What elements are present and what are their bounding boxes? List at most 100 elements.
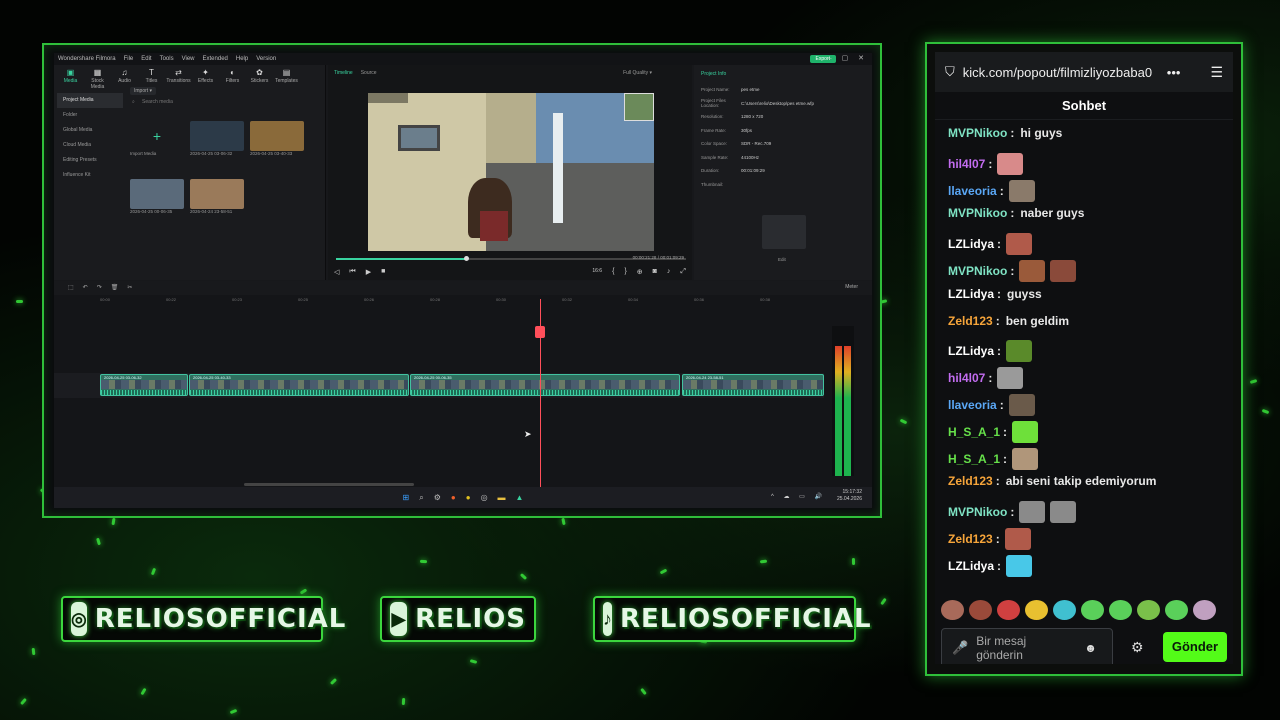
chat-username[interactable]: H_S_A_1 — [948, 452, 1000, 466]
media-item[interactable]: + Import Media — [130, 121, 184, 156]
split-icon[interactable]: ✂ — [127, 284, 132, 292]
media-thumbnail[interactable] — [190, 121, 244, 151]
microphone-icon[interactable]: 🎤 — [952, 640, 968, 656]
step-back-icon[interactable]: ⏮ — [349, 268, 355, 276]
nav-item-editing-presets[interactable]: Editing Presets — [57, 153, 123, 168]
select-icon[interactable]: ⬚ — [68, 284, 74, 292]
folder-icon[interactable]: ▬ — [498, 493, 506, 502]
site-info-icon[interactable]: ⛉ — [945, 64, 955, 80]
chat-username[interactable]: llaveoria — [948, 398, 997, 412]
emote-icon[interactable] — [1025, 600, 1048, 620]
redo-icon[interactable]: ↷ — [97, 284, 102, 292]
media-thumbnail[interactable] — [130, 179, 184, 209]
media-item[interactable]: 2026-04-25 03-40-33 — [250, 121, 304, 156]
emote-icon[interactable] — [1137, 600, 1160, 620]
chat-username[interactable]: hil4l07 — [948, 371, 985, 385]
more-icon[interactable]: ••• — [1167, 65, 1181, 80]
chat-username[interactable]: LZLidya — [948, 237, 994, 251]
emote-icon[interactable] — [1165, 600, 1188, 620]
discord-icon[interactable]: ◎ — [481, 493, 488, 502]
menu-icon[interactable]: ☰ — [1210, 64, 1223, 81]
quality-select[interactable]: Full Quality ▾ — [623, 70, 652, 76]
nav-item-cloud-media[interactable]: Cloud Media — [57, 138, 123, 153]
chat-input[interactable]: 🎤 Bir mesaj gönderin ☻ — [941, 628, 1113, 664]
filmora-icon[interactable]: ▲ — [516, 493, 524, 502]
windows-start-icon[interactable]: ⊞ — [403, 493, 410, 502]
chat-username[interactable]: LZLidya — [948, 287, 994, 301]
chrome-icon[interactable]: ● — [466, 493, 471, 502]
mark-in-icon[interactable]: { — [612, 268, 614, 276]
emote-icon[interactable] — [1109, 600, 1132, 620]
timeline-clip[interactable]: 2026-04-25 03-40-33 — [189, 374, 409, 396]
media-item[interactable]: 2026-04-25 03-06-32 — [190, 121, 244, 156]
undo-icon[interactable]: ↶ — [83, 284, 88, 292]
volume-icon[interactable]: ♪ — [667, 268, 671, 276]
timeline-clip[interactable]: 2026-04-24 23-58-51 — [682, 374, 824, 396]
chat-username[interactable]: H_S_A_1 — [948, 425, 1000, 439]
stop-icon[interactable]: ■ — [381, 268, 385, 276]
menu-item-view[interactable]: View — [182, 56, 195, 62]
menu-item-version[interactable]: Version — [256, 56, 276, 62]
edit-thumbnail-button[interactable]: Edit — [778, 257, 786, 262]
chat-username[interactable]: Zeld123 — [948, 314, 993, 328]
system-clock[interactable]: 15:17:32 25.04.2026 — [837, 489, 862, 503]
emote-icon[interactable] — [941, 600, 964, 620]
chat-username[interactable]: LZLidya — [948, 559, 994, 573]
timeline-scrollbar[interactable] — [244, 483, 414, 486]
media-item[interactable]: 2026-04-24 23-58-51 — [190, 179, 244, 214]
chat-username[interactable]: Zeld123 — [948, 474, 993, 488]
nav-item-folder[interactable]: Folder — [57, 108, 123, 123]
chat-username[interactable]: MVPNikoo — [948, 206, 1007, 220]
timeline-ruler[interactable]: 00:00 00:22 00:23 00:25 00:26 00:28 00:30 00:32… — [100, 296, 820, 306]
tool-filters[interactable]: ◐ Filters — [220, 68, 245, 87]
fullscreen-icon[interactable]: ⤢ — [680, 268, 686, 276]
emote-icon[interactable] — [1193, 600, 1216, 620]
tool-templates[interactable]: ▤ Templates — [274, 68, 299, 87]
playhead-handle[interactable] — [535, 326, 545, 338]
menu-item-help[interactable]: Help — [236, 56, 248, 62]
url-text[interactable]: kick.com/popout/filmizliyozbaba0 — [963, 65, 1159, 80]
chat-username[interactable]: MVPNikoo — [948, 126, 1007, 140]
nav-item-influence-kit[interactable]: Influence Kit — [57, 168, 123, 183]
tool-stock-media[interactable]: ▦ Stock Media — [85, 68, 110, 90]
play-icon[interactable]: ▶ — [366, 268, 371, 276]
speed-label[interactable]: 16:6 — [592, 268, 602, 276]
progress-handle[interactable] — [463, 256, 469, 261]
menu-item-tools[interactable]: Tools — [160, 56, 174, 62]
emote-icon[interactable] — [997, 600, 1020, 620]
emoji-icon[interactable]: ☻ — [1084, 641, 1097, 655]
send-button[interactable]: Gönder — [1163, 632, 1227, 662]
prev-frame-icon[interactable]: ◁ — [334, 268, 339, 276]
menu-item-extended[interactable]: Extended — [203, 56, 228, 62]
import-button[interactable]: Import ▾ — [130, 87, 157, 95]
tool-media[interactable]: ▣ Media — [58, 68, 83, 87]
chat-username[interactable]: llaveoria — [948, 184, 997, 198]
chat-username[interactable]: hil4l07 — [948, 157, 985, 171]
emote-icon[interactable] — [1053, 600, 1076, 620]
thumbnail[interactable] — [762, 215, 806, 249]
import-media-plus-icon[interactable]: + — [130, 121, 184, 151]
tool-effects[interactable]: ✦ Effects — [193, 68, 218, 87]
firefox-icon[interactable]: ● — [451, 493, 456, 502]
tool-audio[interactable]: ♫ Audio — [112, 68, 137, 87]
menu-item-file[interactable]: File — [124, 56, 134, 62]
timeline-clip[interactable]: 2026-04-25 00-06-35 — [410, 374, 680, 396]
settings-icon[interactable]: ⚙ — [434, 493, 441, 502]
search-media-input[interactable]: ⌕ Search media — [130, 99, 310, 108]
snapshot-icon[interactable]: ◙ — [653, 268, 657, 276]
chat-username[interactable]: LZLidya — [948, 344, 994, 358]
tool-titles[interactable]: T Titles — [139, 68, 164, 87]
tool-stickers[interactable]: ✿ Stickers — [247, 68, 272, 87]
tab-source[interactable]: Source — [361, 70, 377, 76]
emote-icon[interactable] — [1081, 600, 1104, 620]
timeline-clip[interactable]: 2026-04-25 03-06-32 — [100, 374, 188, 396]
mark-out-icon[interactable]: } — [624, 268, 626, 276]
chat-username[interactable]: MVPNikoo — [948, 264, 1007, 278]
chat-username[interactable]: Zeld123 — [948, 532, 993, 546]
nav-item-global-media[interactable]: Global Media — [57, 123, 123, 138]
zoom-icon[interactable]: ⊕ — [637, 268, 643, 276]
system-tray[interactable]: ^ ☁ ▭ 🔊 — [771, 493, 826, 500]
media-thumbnail[interactable] — [190, 179, 244, 209]
tab-timeline[interactable]: Timeline — [334, 70, 353, 76]
media-item[interactable]: 2026-04-25 00-06-35 — [130, 179, 184, 214]
